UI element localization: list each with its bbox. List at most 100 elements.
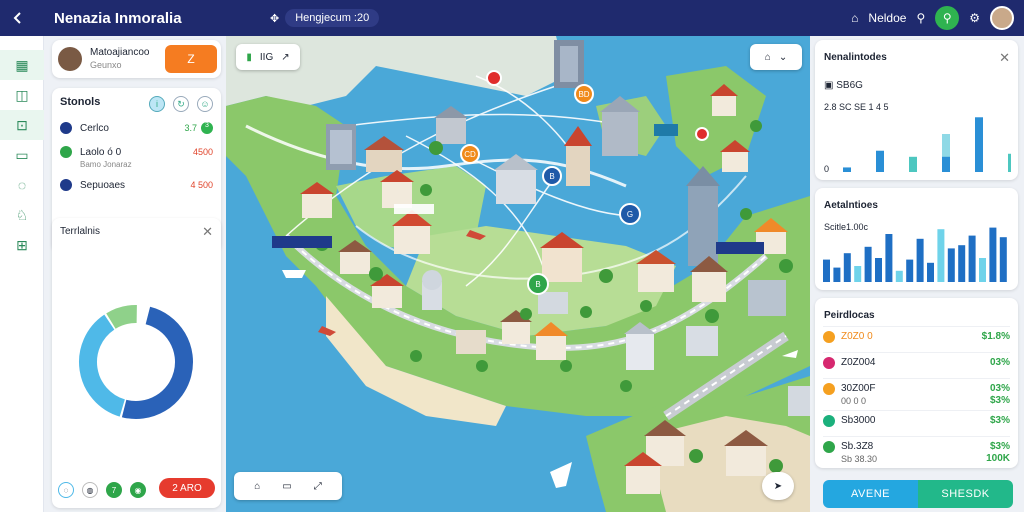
map-icon[interactable]: ▦ [0, 50, 44, 80]
activity-bar [916, 238, 924, 282]
donut-segment [106, 305, 138, 329]
activity-bar [843, 253, 851, 282]
close-icon[interactable]: ✕ [999, 50, 1010, 66]
parcel-dot [823, 415, 835, 427]
layers-icon[interactable]: ⊡ [0, 110, 44, 140]
top-right-tools: ⌂ Neldoe ⚲ ⚲ ⚙ [851, 0, 1024, 36]
top-user-label[interactable]: Neldoe [868, 11, 906, 25]
parcel-value: 03% [989, 357, 1010, 368]
axis-zero: 0 [824, 164, 830, 174]
parcel-label: 30Z00F [841, 383, 876, 394]
list-item[interactable]: Laolo ó 0 4500 [60, 146, 213, 158]
smile-icon[interactable]: ☺ [197, 96, 213, 112]
map-illustration: BD CD B B G [226, 36, 810, 512]
activity-bar [989, 227, 997, 282]
map-marker-label: G [627, 210, 633, 219]
stats-bar [876, 150, 884, 172]
close-icon[interactable]: ✕ [202, 224, 213, 240]
activity-bar [885, 234, 893, 282]
store-label: Cerlco [80, 122, 109, 134]
map-filter-tag[interactable]: ⌂ ⌄ [750, 44, 802, 70]
activity-bar [999, 237, 1007, 282]
stats-bar-cap [942, 134, 950, 157]
parcel-value: $3% [989, 441, 1010, 452]
parcels-card: Peirdlocas Z0Z0 0 $1.8% Z0Z004 03% 30Z00… [815, 298, 1018, 468]
profile-avatar [58, 47, 82, 71]
parcel-dot [823, 357, 835, 369]
parcel-value: $1.8% [981, 331, 1010, 342]
donut-segment [121, 306, 193, 419]
chevron-down-icon: ⌄ [778, 51, 788, 63]
send-button[interactable]: ➤ [762, 472, 794, 500]
sliders-icon[interactable]: ⚙ [969, 11, 980, 25]
list-item[interactable]: Sepuoaes 4 500 [60, 179, 213, 191]
store-value: 3.7 [184, 123, 197, 133]
activity-bar [958, 245, 966, 282]
table-row[interactable]: Sb3000 $3% [823, 410, 1010, 436]
magnify-green-icon[interactable]: ⚲ [935, 6, 960, 30]
legend-icon[interactable]: ◉ [130, 482, 146, 498]
store-value: 4 500 [190, 180, 213, 190]
home-icon[interactable]: ⌂ [254, 481, 260, 492]
activity-bar [823, 259, 830, 282]
parcel-dot [823, 331, 835, 343]
avene-button[interactable]: AVENE [823, 480, 918, 508]
action-bar: AVENE SHESDK [823, 480, 1013, 508]
refresh-icon[interactable]: ↻ [173, 96, 189, 112]
legend-button[interactable]: 2 ARO [159, 478, 215, 498]
store-label: Laolo ó 0 [80, 146, 122, 158]
avatar[interactable] [990, 6, 1014, 30]
table-row[interactable]: Z0Z004 03% [823, 352, 1010, 378]
expand-icon[interactable]: ⤢ [314, 481, 322, 492]
grid-icon[interactable]: ⊞ [0, 230, 44, 260]
table-row[interactable]: Z0Z0 0 $1.8% [823, 326, 1010, 352]
stats-title: Nenalintodes [824, 52, 887, 63]
legend-icon[interactable]: ◌ [58, 482, 74, 498]
chat-icon[interactable]: ▭ [282, 481, 291, 492]
stats-bar [975, 117, 983, 172]
home-icon[interactable]: ⌂ [851, 11, 858, 25]
profile-name: Matoajiancoo [90, 47, 150, 58]
store-dot [60, 146, 72, 158]
list-item[interactable]: Cerlco 3.7 3 [60, 122, 213, 134]
table-row[interactable]: 30Z00F 00 0 0 03% $3% [823, 378, 1010, 410]
legend-icon[interactable]: ◍ [82, 482, 98, 498]
activity-bar [968, 235, 976, 282]
legend-icon[interactable]: 7 [106, 482, 122, 498]
activity-bar [854, 266, 862, 282]
parcel-dot [823, 441, 835, 453]
map-layer-tag[interactable]: ▮ IIG ↗ [236, 44, 300, 70]
store-sub: Bamo Jonaraz [80, 160, 132, 169]
pin-icon: ✥ [270, 12, 280, 25]
breadcrumb[interactable]: ✥ Hengjecum :20 [270, 9, 380, 27]
stats-bar-chart [843, 117, 1011, 172]
store-dot [60, 122, 72, 134]
compass-icon[interactable]: ◌ [0, 170, 44, 200]
activity-bar [833, 267, 841, 282]
city-map[interactable]: BD CD B B G ▮ IIG ↗ ⌂ ⌄ ⌂ ▭ ⤢ ➤ [226, 36, 810, 512]
building-icon: ▮ [246, 51, 252, 63]
parcel-dot [823, 383, 835, 395]
info-icon[interactable]: i [149, 96, 165, 112]
parcel-value-sub: 100K [986, 453, 1010, 464]
stats-bar [1008, 153, 1011, 172]
back-button[interactable] [0, 0, 36, 36]
stats-bar [843, 167, 851, 172]
gamepad-icon[interactable]: ◫ [0, 80, 44, 110]
table-row[interactable]: Sb.3Z8 Sb 38.30 $3% 100K [823, 436, 1010, 466]
top-bar: Nenazia Inmoralia ✥ Hengjecum :20 ⌂ Neld… [0, 0, 1024, 36]
shesdk-button[interactable]: SHESDK [918, 480, 1013, 508]
store-label: Sepuoaes [80, 179, 126, 191]
search-icon[interactable]: ⚲ [916, 11, 925, 25]
gift-icon: ⌂ [764, 51, 771, 63]
nav-rail: ▦ ◫ ⊡ ▭ ◌ ♘ ⊞ [0, 36, 44, 512]
activity-bar [864, 246, 872, 282]
stats-legend: ▣ SB6G [824, 80, 863, 91]
users-icon[interactable]: ♘ [0, 200, 44, 230]
profile-action-button[interactable]: Z [165, 45, 217, 73]
parcel-sub: 00 0 0 [841, 396, 867, 406]
parcel-value: $3% [989, 415, 1010, 426]
store-icon[interactable]: ▭ [0, 140, 44, 170]
store-dot [60, 179, 72, 191]
parcel-sub: Sb 38.30 [841, 454, 878, 464]
